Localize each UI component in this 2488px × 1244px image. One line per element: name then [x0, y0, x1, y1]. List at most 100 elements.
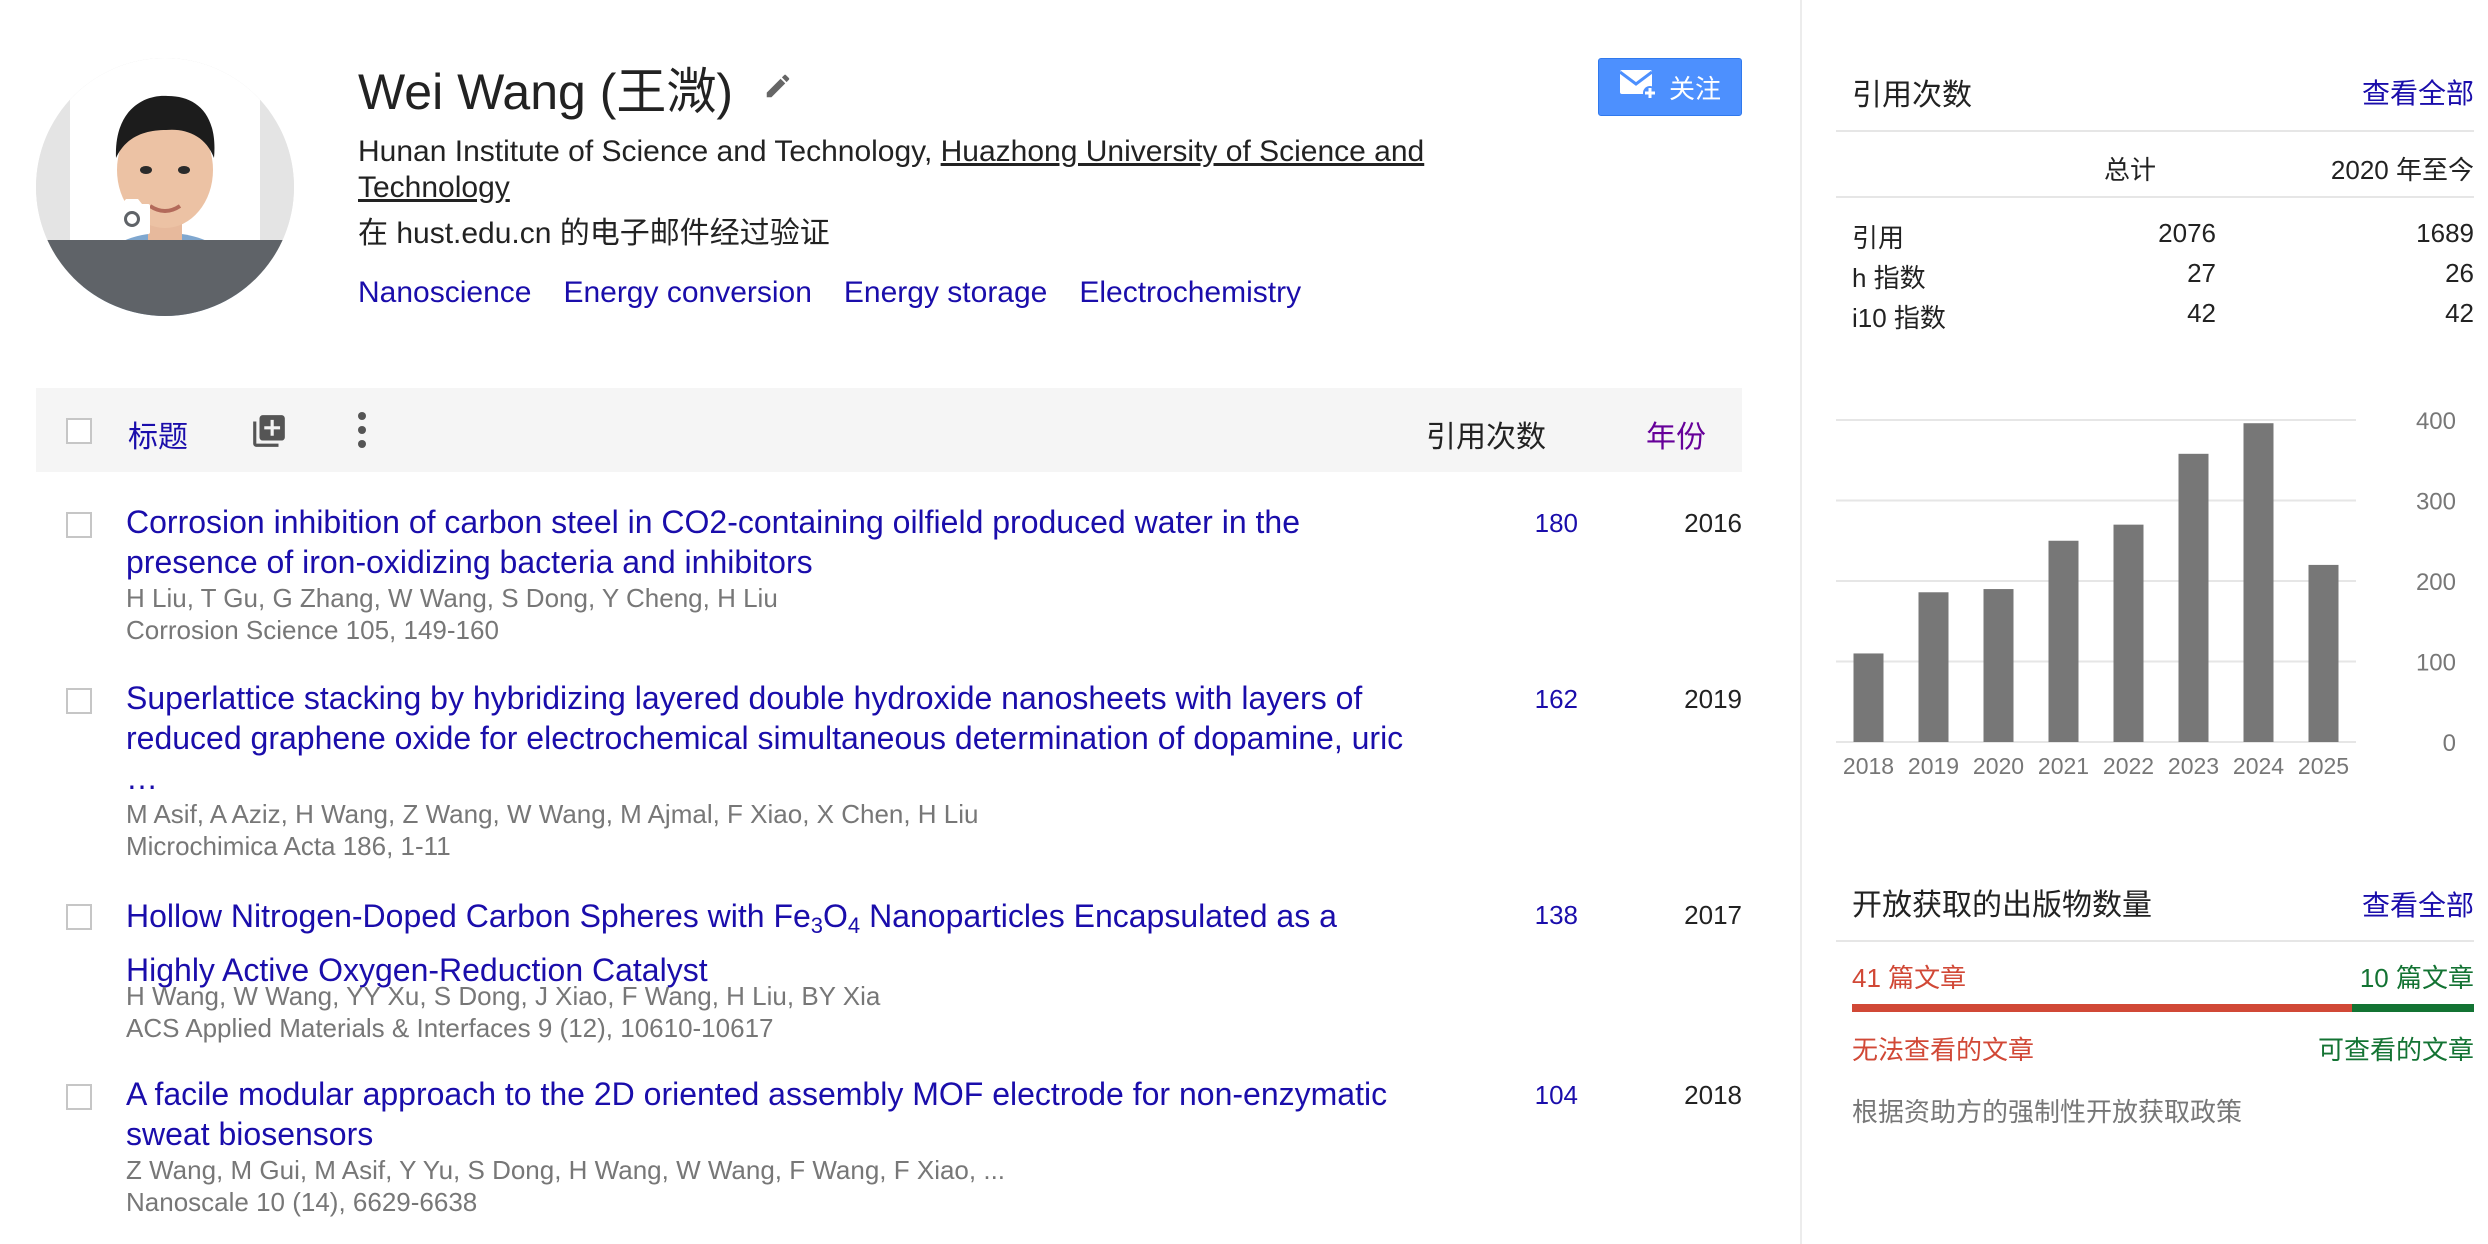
article-title[interactable]: Superlattice stacking by hybridizing lay…: [126, 678, 1406, 798]
chart-x-tick-label: 2019: [1908, 753, 1959, 779]
chart-x-tick-label: 2025: [2298, 753, 2349, 779]
sort-by-year[interactable]: 年份: [1646, 412, 1706, 456]
avatar-overlay-bar: [36, 240, 294, 316]
chart-bar: [2243, 423, 2274, 742]
divider: [1836, 940, 2474, 942]
article-venue: ACS Applied Materials & Interfaces 9 (12…: [126, 1013, 774, 1043]
unavailable-count[interactable]: 41 篇文章: [1852, 958, 1966, 995]
stat-row-h-index: h 指数 27 26: [1852, 258, 2474, 298]
articles-table-header: 标题 引用次数 年份: [36, 388, 1742, 472]
more-vert-icon[interactable]: [354, 410, 370, 455]
article-authors: M Asif, A Aziz, H Wang, Z Wang, W Wang, …: [126, 799, 979, 829]
stat-since: 42: [2445, 298, 2474, 328]
article-checkbox[interactable]: [66, 512, 92, 538]
stat-label: h 指数: [1852, 263, 1926, 293]
profile-avatar[interactable]: [36, 58, 294, 316]
camera-icon[interactable]: [108, 196, 152, 241]
follow-label: 关注: [1668, 73, 1721, 104]
chart-y-tick-label: 400: [2416, 408, 2456, 435]
article-venue: Corrosion Science 105, 149-160: [126, 615, 499, 645]
interest-link[interactable]: Electrochemistry: [1079, 276, 1301, 310]
article-cites[interactable]: 180: [1466, 508, 1578, 539]
interest-link[interactable]: Energy conversion: [563, 276, 811, 310]
open-access-view-all[interactable]: 查看全部: [2362, 884, 2474, 924]
citations-bar-chart: 0 100 200 300 400 2018 2019 2020 2021 2022 2023 202…: [1836, 408, 2456, 779]
profile-name-row: Wei Wang (王溦): [358, 52, 793, 124]
chart-x-tick-label: 2018: [1843, 753, 1894, 779]
stat-total: 2076: [2158, 218, 2216, 248]
available-label: 可查看的文章: [2317, 1035, 2474, 1065]
affiliation-text: Hunan Institute of Science and Technolog…: [358, 135, 941, 168]
chart-x-tick-label: 2024: [2233, 753, 2284, 779]
sort-by-title[interactable]: 标题: [128, 412, 188, 456]
divider: [1836, 130, 2474, 132]
col-total-header: 总计: [2104, 155, 2157, 185]
stat-total: 27: [2187, 258, 2216, 288]
article-row: Corrosion inhibition of carbon steel in …: [36, 502, 1742, 652]
stat-label: 引用: [1852, 223, 1905, 253]
available-bar-segment: [2352, 1004, 2474, 1012]
article-title[interactable]: Hollow Nitrogen-Doped Carbon Spheres wit…: [126, 894, 1406, 992]
chart-bar: [2113, 524, 2144, 742]
title-subscript: 4: [847, 913, 861, 938]
article-cites[interactable]: 162: [1466, 684, 1578, 715]
stat-label: i10 指数: [1852, 303, 1946, 333]
chart-x-tick-label: 2023: [2168, 753, 2219, 779]
available-count[interactable]: 10 篇文章: [2360, 958, 2474, 995]
chart-x-tick-label: 2020: [1973, 753, 2024, 779]
article-title[interactable]: A facile modular approach to the 2D orie…: [126, 1074, 1406, 1154]
pencil-icon[interactable]: [763, 71, 793, 106]
unavailable-bar-segment: [1852, 1004, 2353, 1012]
divider: [1836, 196, 2474, 198]
title-text: Hollow Nitrogen-Doped Carbon Spheres wit…: [126, 898, 811, 934]
sort-by-cites[interactable]: 引用次数: [1426, 412, 1546, 456]
chart-x-tick-label: 2022: [2103, 753, 2154, 779]
title-text: O: [823, 898, 848, 934]
select-all-checkbox[interactable]: [66, 418, 92, 444]
chart-y-tick-label: 200: [2416, 569, 2456, 596]
article-authors: H Liu, T Gu, G Zhang, W Wang, S Dong, Y …: [126, 583, 778, 613]
article-checkbox[interactable]: [66, 1084, 92, 1110]
chart-bar: [2178, 453, 2209, 742]
mail-icon: [1619, 68, 1657, 107]
add-icon[interactable]: [250, 412, 288, 455]
chart-bar: [1853, 653, 1884, 742]
article-authors: H Wang, W Wang, YY Xu, S Dong, J Xiao, F…: [126, 981, 881, 1011]
article-row: A facile modular approach to the 2D orie…: [36, 1074, 1742, 1224]
interest-link[interactable]: Nanoscience: [358, 276, 531, 310]
article-year: 2016: [1684, 508, 1742, 538]
article-row: Superlattice stacking by hybridizing lay…: [36, 678, 1742, 868]
profile-name: Wei Wang (王溦): [358, 64, 734, 120]
article-checkbox[interactable]: [66, 904, 92, 930]
article-title[interactable]: Corrosion inhibition of carbon steel in …: [126, 502, 1406, 582]
citations-view-all[interactable]: 查看全部: [2362, 72, 2474, 112]
citations-title: 引用次数: [1852, 79, 1972, 112]
stat-row-citations: 引用 2076 1689: [1852, 218, 2474, 258]
chart-y-tick-label: 100: [2416, 650, 2456, 677]
article-year: 2018: [1684, 1080, 1742, 1110]
chart-bar: [2048, 540, 2079, 742]
chart-y-tick-label: 0: [2443, 730, 2456, 757]
chart-x-tick-label: 2021: [2038, 753, 2089, 779]
col-since-header: 2020 年至今: [2330, 155, 2474, 185]
article-venue: Nanoscale 10 (14), 6629-6638: [126, 1187, 478, 1217]
article-cites[interactable]: 138: [1466, 900, 1578, 931]
profile-affiliation: Hunan Institute of Science and Technolog…: [358, 134, 1468, 206]
open-access-title: 开放获取的出版物数量: [1852, 889, 2152, 922]
chart-y-tick-label: 300: [2416, 489, 2456, 516]
open-access-note: 根据资助方的强制性开放获取政策: [1852, 1097, 2243, 1127]
follow-button[interactable]: 关注: [1598, 58, 1742, 116]
interest-link[interactable]: Energy storage: [844, 276, 1047, 310]
article-cites[interactable]: 104: [1466, 1080, 1578, 1111]
unavailable-label: 无法查看的文章: [1852, 1035, 2035, 1065]
stat-row-i10-index: i10 指数 42 42: [1852, 298, 2474, 338]
article-year: 2019: [1684, 684, 1742, 714]
stat-since: 26: [2445, 258, 2474, 288]
stat-total: 42: [2187, 298, 2216, 328]
citations-panel: 引用次数 查看全部 总计 2020 年至今 引用 2076 1689 h 指数 …: [1800, 0, 2488, 1244]
article-checkbox[interactable]: [66, 688, 92, 714]
stat-since: 1689: [2416, 218, 2474, 248]
article-authors: Z Wang, M Gui, M Asif, Y Yu, S Dong, H W…: [126, 1155, 1006, 1185]
chart-bar: [1983, 589, 2014, 742]
article-year: 2017: [1684, 900, 1742, 930]
